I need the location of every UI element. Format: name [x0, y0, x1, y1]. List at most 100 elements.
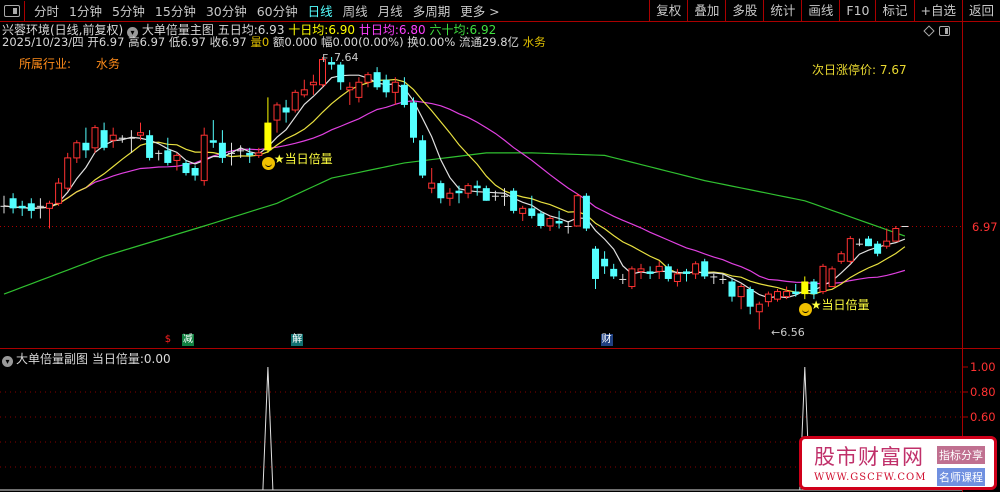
candle-body	[282, 107, 290, 113]
candle-body	[701, 261, 709, 277]
candle-body	[610, 268, 618, 277]
candle-body	[36, 205, 44, 207]
candle-body	[300, 89, 308, 96]
sub-tick: 1.00	[970, 360, 996, 374]
candle-body	[428, 182, 436, 189]
limit-value: 7.67	[879, 63, 907, 77]
candle-body	[309, 81, 317, 86]
candle-body	[382, 79, 390, 93]
sub-tick: 0.60	[970, 410, 996, 424]
event-marker[interactable]: 减	[182, 334, 194, 346]
candle-body	[519, 207, 527, 214]
candle-body	[118, 137, 126, 139]
candle-body	[692, 263, 700, 275]
candle-body	[828, 268, 836, 288]
candle-body	[564, 226, 572, 227]
candle-body	[264, 122, 272, 151]
watermark-name: 股市财富网	[814, 445, 924, 469]
candle-body	[364, 74, 372, 83]
watermark-logo: 股市财富网 WWW.GSCFW.COM 指标分享 名师课程	[799, 436, 997, 490]
candle-body	[218, 142, 226, 158]
candle-body	[400, 84, 408, 105]
limit-up-price: 次日涨停价: 7.67	[812, 61, 907, 78]
candle-body	[391, 81, 399, 93]
candle-body	[337, 64, 345, 83]
candle-body	[164, 150, 172, 163]
candle-body	[846, 238, 854, 262]
candle-body	[592, 248, 599, 279]
candle-body	[510, 190, 518, 211]
candle-body	[646, 271, 654, 274]
current-price-label: 6.97	[972, 220, 998, 234]
candle-body	[437, 183, 445, 199]
candle-body	[410, 102, 417, 138]
candle-body	[9, 198, 17, 209]
candle-body	[446, 192, 454, 199]
candle-body	[100, 130, 108, 148]
limit-label: 次日涨停价:	[812, 63, 877, 77]
candle-body	[155, 152, 163, 154]
candle-body	[82, 142, 90, 151]
industry-value: 水务	[96, 57, 121, 71]
candle-body	[755, 303, 763, 313]
candle-body	[482, 188, 490, 201]
candle-body	[18, 205, 26, 209]
event-marker[interactable]: $	[164, 334, 172, 346]
candle-body	[619, 278, 627, 280]
candle-body	[27, 203, 35, 211]
pane-divider	[0, 348, 1000, 349]
candle-body	[355, 81, 363, 98]
candle-body	[764, 293, 772, 303]
candle-body	[710, 276, 718, 278]
candle-body	[719, 278, 727, 280]
candle-body	[801, 281, 809, 295]
candle-body	[810, 281, 818, 295]
candle-body	[419, 140, 427, 176]
candle-body	[273, 104, 281, 121]
industry-label: 所属行业:	[19, 57, 72, 71]
candle-body	[683, 271, 690, 274]
candle-body	[46, 202, 53, 209]
sub-value-label: 当日倍量:	[91, 352, 144, 366]
candle-body	[455, 190, 463, 194]
candle-body	[91, 127, 99, 149]
candle-body	[501, 195, 508, 197]
event-marker[interactable]: 财	[600, 334, 613, 346]
high-price-annotation: 7.64	[334, 51, 359, 64]
sub-value: 0.00	[143, 352, 171, 366]
signal-label: ★当日倍量	[810, 298, 870, 313]
chevron-down-icon[interactable]: ▾	[2, 356, 13, 367]
candle-body	[582, 195, 590, 229]
candle-body	[528, 208, 536, 216]
candle-body	[182, 162, 190, 174]
event-marker[interactable]: 解	[291, 334, 304, 346]
candle-body	[783, 291, 791, 298]
candle-body	[209, 140, 217, 143]
candle-body	[173, 154, 181, 161]
candle-body	[865, 238, 872, 247]
ma5-line	[3, 74, 906, 299]
candle-body	[346, 86, 354, 91]
sub-indicator-name[interactable]: 大单倍量副图	[16, 352, 88, 366]
candle-body	[55, 182, 63, 204]
high-prefix: F	[322, 52, 329, 65]
candle-body	[537, 213, 545, 226]
candle-body	[746, 289, 754, 307]
candle-body	[200, 134, 208, 182]
candle-body	[255, 152, 263, 156]
candle-body	[664, 266, 672, 279]
candle-body	[837, 253, 845, 262]
candle-body	[237, 150, 245, 152]
low-price-annotation: ←6.56	[771, 326, 805, 339]
sub-spike	[0, 366, 811, 491]
candle-body	[473, 185, 481, 189]
candle-body	[637, 268, 645, 272]
ma20-line	[3, 100, 906, 285]
candle-body	[0, 205, 8, 207]
sub-chart-title: ▾ 大单倍量副图 当日倍量:0.00	[2, 350, 171, 367]
candle-body	[228, 152, 235, 154]
candle-body	[491, 195, 499, 197]
candle-body	[855, 243, 863, 245]
candle-body	[874, 243, 882, 254]
watermark-url: WWW.GSCFW.COM	[814, 472, 927, 483]
